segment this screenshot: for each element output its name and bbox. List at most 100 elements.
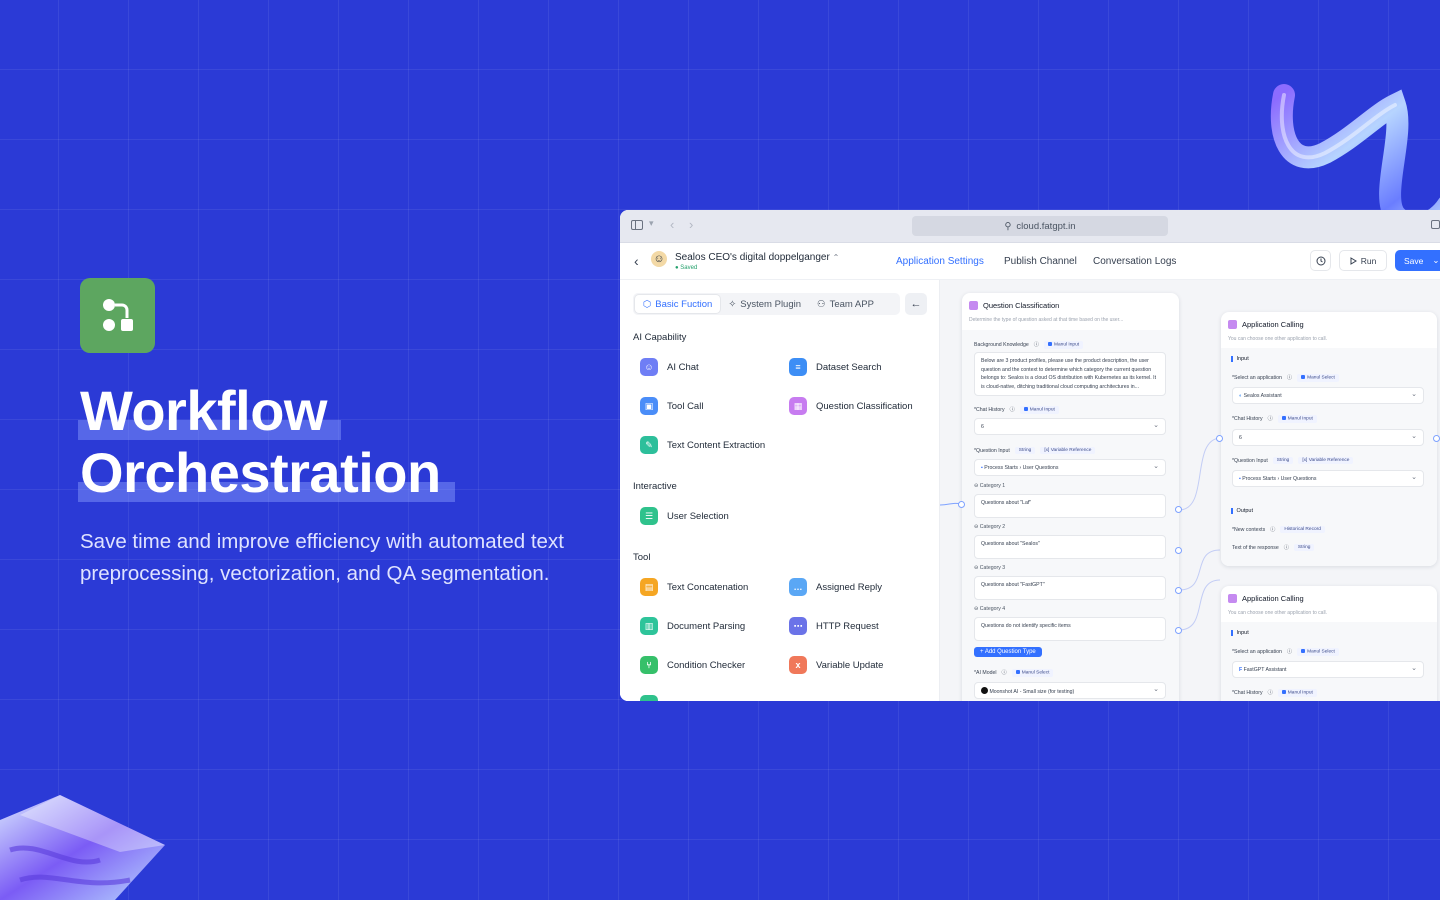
chevron-down-icon[interactable]: ⌄ bbox=[1432, 255, 1439, 266]
tab-basic-function[interactable]: ⬡ Basic Fuction bbox=[635, 295, 721, 313]
tab-system-plugin[interactable]: ✧ System Plugin bbox=[720, 295, 809, 313]
app-name[interactable]: Sealos CEO's digital doppelganger ⌃ bbox=[675, 252, 839, 263]
avatar: ☺ bbox=[651, 251, 667, 267]
module-tabs: ⬡ Basic Fuction ✧ System Plugin ⚇ Team APP bbox=[633, 293, 900, 315]
app-call-icon bbox=[1228, 320, 1237, 329]
search-icon: ⚲ bbox=[1004, 220, 1012, 232]
save-button[interactable]: Save ⌄ bbox=[1395, 250, 1440, 271]
module-variable-update[interactable]: x Variable Update bbox=[789, 656, 883, 674]
switch-icon[interactable]: ⌃ bbox=[833, 253, 840, 262]
address-bar[interactable]: ⚲ cloud.fatgpt.in bbox=[912, 216, 1168, 236]
question-input-select[interactable]: ▪ Process Starts › User Questions ⌄ bbox=[974, 459, 1166, 476]
back-arrow-icon[interactable]: ‹ bbox=[670, 217, 674, 232]
module-condition-checker[interactable]: ⑂ Condition Checker bbox=[640, 656, 745, 674]
ai-model-label: *AI Model ⓘ Manul Select bbox=[974, 669, 1054, 677]
variable-path: ▪ Process Starts › User Questions bbox=[1239, 476, 1317, 482]
output-port-category-3[interactable] bbox=[1175, 587, 1182, 594]
module-ai-chat[interactable]: ☺ AI Chat bbox=[640, 358, 699, 376]
module-text-content-extraction[interactable]: ✎ Text Content Extraction bbox=[640, 436, 765, 454]
manual-select-tag: Manul Select bbox=[1297, 374, 1339, 382]
variable-icon: x bbox=[789, 656, 807, 674]
new-contexts-output: *New contexts ⓘ Historical Record bbox=[1232, 526, 1325, 533]
question-input-select[interactable]: ▪ Process Starts › User Questions ⌄ bbox=[1232, 470, 1424, 487]
application-calling-node-2[interactable]: Application Calling You can choose one o… bbox=[1221, 586, 1437, 701]
module-document-parsing[interactable]: ▥ Document Parsing bbox=[640, 617, 745, 635]
type-tag: Historical Record bbox=[1280, 526, 1325, 533]
add-question-type-button[interactable]: + Add Question Type bbox=[974, 647, 1042, 657]
category-1-label: ⊖ Category 1 bbox=[974, 483, 1006, 489]
app-value: ◐ Sealos Assistant bbox=[1239, 393, 1282, 399]
type-tag: String bbox=[1014, 447, 1036, 454]
cube-icon: ⬡ bbox=[643, 298, 652, 310]
sidebar-toggle-icon[interactable] bbox=[631, 220, 643, 230]
node-description: You can choose one other application to … bbox=[1228, 336, 1328, 342]
tab-conversation-logs[interactable]: Conversation Logs bbox=[1093, 256, 1176, 267]
category-1-textarea[interactable]: Questions about "Laf" bbox=[974, 494, 1166, 518]
ai-model-select[interactable]: Moonshot AI - Small size (for testing) ⌄ bbox=[974, 682, 1166, 699]
copy-icon[interactable] bbox=[1431, 220, 1440, 229]
variable-path: ▪ Process Starts › User Questions bbox=[981, 465, 1059, 471]
module-assigned-reply[interactable]: … Assigned Reply bbox=[789, 578, 882, 596]
chevron-down-icon: ⌄ bbox=[1153, 422, 1159, 429]
category-3-textarea[interactable]: Questions about "FastGPT" bbox=[974, 576, 1166, 600]
tab-team-app[interactable]: ⚇ Team APP bbox=[809, 295, 882, 313]
node-title: Question Classification bbox=[969, 301, 1059, 310]
type-tag: String bbox=[1293, 544, 1315, 551]
chat-history-label: *Chat History ⓘ Manul Input bbox=[1232, 689, 1317, 697]
user-icon: ⚇ bbox=[817, 298, 826, 310]
module-tool-call[interactable]: ▣ Tool Call bbox=[640, 397, 703, 415]
category-2-textarea[interactable]: Questions about "Sealos" bbox=[974, 535, 1166, 559]
help-icon: ⓘ bbox=[1286, 649, 1293, 656]
tab-application-settings[interactable]: Application Settings bbox=[896, 256, 984, 267]
history-clock-icon[interactable] bbox=[1310, 250, 1331, 271]
module-text-concatenation[interactable]: ▤ Text Concatenation bbox=[640, 578, 748, 596]
input-section-heading: Input bbox=[1231, 630, 1249, 636]
select-application-label: *Select an application ⓘ Manul Select bbox=[1232, 648, 1339, 656]
chat-history-label: *Chat History ⓘ Manul Input bbox=[974, 406, 1059, 414]
variable-reference-tag: [x] Variable Reference bbox=[1040, 447, 1096, 454]
input-port[interactable] bbox=[958, 501, 965, 508]
chevron-down-icon: ⌄ bbox=[1411, 474, 1417, 481]
module-panel: ⬡ Basic Fuction ✧ System Plugin ⚇ Team APP … bbox=[620, 280, 940, 701]
output-port[interactable] bbox=[1433, 435, 1440, 442]
back-chevron-icon[interactable]: ‹ bbox=[634, 253, 639, 269]
run-button[interactable]: Run bbox=[1339, 250, 1387, 271]
http-icon: ⋯ bbox=[789, 617, 807, 635]
forward-arrow-icon[interactable]: › bbox=[689, 217, 693, 232]
input-port[interactable] bbox=[1216, 435, 1223, 442]
application-calling-node-1[interactable]: Application Calling You can choose one o… bbox=[1221, 312, 1437, 566]
hero-subtitle: Save time and improve efficiency with au… bbox=[80, 530, 564, 585]
category-4-textarea[interactable]: Questions do not identify specific items bbox=[974, 617, 1166, 641]
chat-history-input[interactable]: 6 ⌄ bbox=[1232, 429, 1424, 446]
collapse-arrow-icon[interactable]: ← bbox=[905, 293, 927, 315]
node-description: You can choose one other application to … bbox=[1228, 610, 1328, 616]
module-partial-icon bbox=[640, 695, 658, 701]
section-interactive: Interactive bbox=[633, 481, 677, 492]
output-port-category-4[interactable] bbox=[1175, 627, 1182, 634]
chevron-down-icon[interactable]: ▾ bbox=[649, 218, 654, 229]
hero-title: Workflow Orchestration bbox=[78, 380, 455, 504]
input-section-heading: Input bbox=[1231, 356, 1249, 362]
chat-history-input[interactable]: 6 ⌄ bbox=[974, 418, 1166, 435]
question-classification-node[interactable]: Question Classification Determine the ty… bbox=[962, 293, 1179, 701]
module-http-request[interactable]: ⋯ HTTP Request bbox=[789, 617, 879, 635]
module-dataset-search[interactable]: ≡ Dataset Search bbox=[789, 358, 881, 376]
module-user-selection[interactable]: ☰ User Selection bbox=[640, 507, 729, 525]
help-icon: ⓘ bbox=[1033, 342, 1039, 349]
section-ai-capability: AI Capability bbox=[633, 332, 687, 343]
tab-publish-channel[interactable]: Publish Channel bbox=[1004, 256, 1077, 267]
output-port-category-2[interactable] bbox=[1175, 547, 1182, 554]
application-select[interactable]: F FastGPT Assistant ⌄ bbox=[1232, 661, 1424, 678]
manual-input-tag: Manul Input bbox=[1277, 689, 1317, 697]
background-knowledge-textarea[interactable]: Below are 3 product profiles, please use… bbox=[974, 352, 1166, 396]
output-port-category-1[interactable] bbox=[1175, 506, 1182, 513]
application-select[interactable]: ◐ Sealos Assistant ⌄ bbox=[1232, 387, 1424, 404]
help-icon: ⓘ bbox=[1001, 670, 1007, 677]
document-icon: ▥ bbox=[640, 617, 658, 635]
workspace: ⬡ Basic Fuction ✧ System Plugin ⚇ Team APP … bbox=[620, 280, 1440, 701]
decorative-cube-shape bbox=[0, 795, 165, 900]
branch-icon: ⑂ bbox=[640, 656, 658, 674]
selection-icon: ☰ bbox=[640, 507, 658, 525]
module-question-classification[interactable]: ▦ Question Classification bbox=[789, 397, 913, 415]
help-icon: ⓘ bbox=[1270, 527, 1276, 533]
